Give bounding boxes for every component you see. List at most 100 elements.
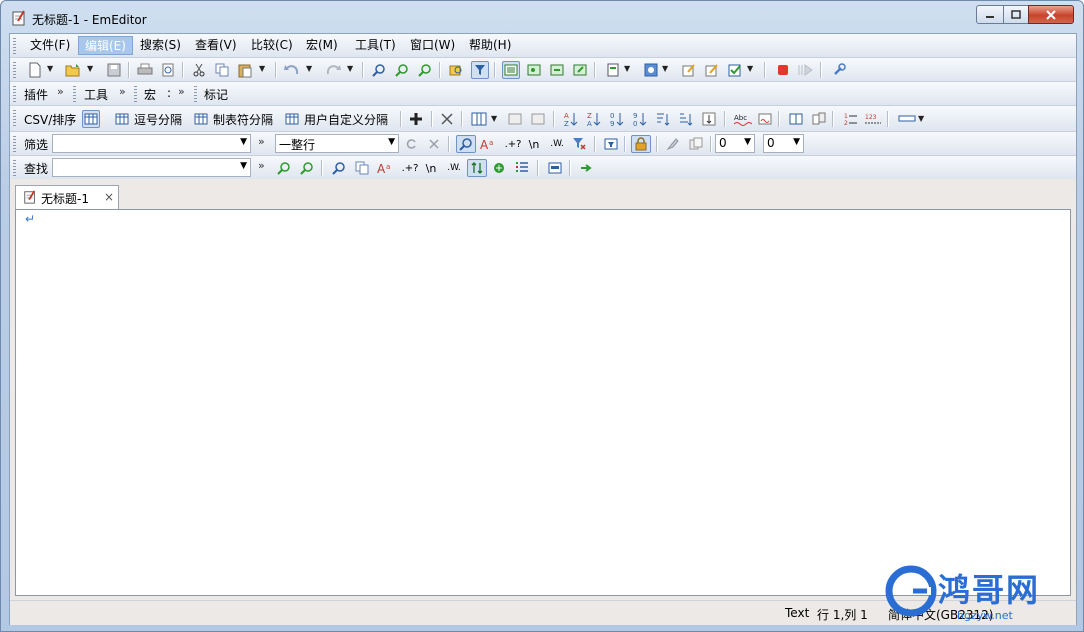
tab-untitled-1[interactable]: 无标题-1 × xyxy=(15,185,119,210)
filter-copy-button[interactable] xyxy=(687,135,705,153)
unfreeze-column-button[interactable] xyxy=(529,110,547,128)
find-escape-button[interactable] xyxy=(490,159,508,177)
filter-clear-filter-button[interactable] xyxy=(570,135,588,153)
filter-lock-button[interactable] xyxy=(631,135,651,153)
filter-mark-button[interactable] xyxy=(664,135,682,153)
filter-before-lines-select[interactable]: 0 ▼ xyxy=(715,134,755,153)
run-macro-button[interactable] xyxy=(797,61,815,79)
status-mode[interactable]: Text xyxy=(785,606,809,620)
menu-view[interactable]: 查看(V) xyxy=(189,36,243,55)
chevron-down-icon[interactable]: ▼ xyxy=(793,137,800,147)
find-next-bar-button[interactable] xyxy=(275,159,293,177)
toolbar-grip[interactable] xyxy=(13,136,16,152)
paste-dropdown-icon[interactable]: ▼ xyxy=(259,64,265,73)
filter-clear-button[interactable] xyxy=(425,135,443,153)
properties-button[interactable] xyxy=(604,61,622,79)
menu-search[interactable]: 搜索(S) xyxy=(134,36,187,55)
tab-close-icon[interactable]: × xyxy=(104,190,114,204)
menu-file[interactable]: 文件(F) xyxy=(24,36,76,55)
csv-options-button[interactable] xyxy=(438,110,456,128)
new-dropdown-icon[interactable]: ▼ xyxy=(47,64,53,73)
sort-length-ascending-button[interactable] xyxy=(654,110,672,128)
find-newline-button[interactable]: \n xyxy=(422,159,440,177)
chevron-down-icon[interactable]: ▼ xyxy=(240,161,247,171)
freeze-column-button[interactable] xyxy=(506,110,524,128)
marks-label[interactable]: 标记 xyxy=(204,86,228,103)
sort-descending-button[interactable]: ZA xyxy=(585,110,603,128)
filter-after-lines-select[interactable]: 0 ▼ xyxy=(763,134,804,153)
toolbar-grip[interactable] xyxy=(194,86,197,102)
spell-options-button[interactable] xyxy=(756,110,774,128)
find-button[interactable] xyxy=(370,61,388,79)
tab-separated-button[interactable]: 制表符分隔 xyxy=(213,111,273,128)
sequence-button[interactable]: 123 xyxy=(864,110,882,128)
text-editor[interactable]: ↵ xyxy=(15,209,1071,596)
columns-dropdown-icon[interactable]: ▼ xyxy=(491,114,497,123)
chevron-right-icon[interactable]: » xyxy=(258,159,265,172)
copy-button[interactable] xyxy=(213,61,231,79)
find-highlight-button[interactable] xyxy=(330,159,348,177)
title-bar[interactable]: 无标题-1 - EmEditor xyxy=(1,1,1083,35)
menu-window[interactable]: 窗口(W) xyxy=(404,36,461,55)
toolbar-grip[interactable] xyxy=(13,38,16,54)
sort-length-descending-button[interactable] xyxy=(677,110,695,128)
menu-macro[interactable]: 宏(M) xyxy=(300,36,344,55)
configuration-button[interactable] xyxy=(642,61,660,79)
plugins-label[interactable]: 插件 xyxy=(24,86,48,103)
chevron-right-icon[interactable]: » xyxy=(178,85,185,98)
redo-dropdown-icon[interactable]: ▼ xyxy=(347,64,353,73)
filter-newline-button[interactable]: \n xyxy=(525,135,543,153)
configuration-dropdown-icon[interactable]: ▼ xyxy=(662,64,668,73)
columns-button[interactable] xyxy=(470,110,488,128)
sort-numeric-ascending-button[interactable]: 09 xyxy=(608,110,626,128)
toolbar-grip[interactable] xyxy=(134,86,137,102)
filter-whole-word-button[interactable]: .W. xyxy=(547,135,567,153)
redo-button[interactable] xyxy=(324,61,342,79)
cut-button[interactable] xyxy=(190,61,208,79)
chevron-down-icon[interactable]: ▼ xyxy=(240,137,247,147)
filter-mode-select[interactable]: 一整行 ▼ xyxy=(275,134,399,153)
filter-toggle-button[interactable] xyxy=(471,61,489,79)
minimize-button[interactable] xyxy=(976,5,1004,24)
filter-match-case-button[interactable]: Aa xyxy=(479,135,497,153)
properties-dropdown-icon[interactable]: ▼ xyxy=(624,64,630,73)
undo-dropdown-icon[interactable]: ▼ xyxy=(306,64,312,73)
toolbar-grip[interactable] xyxy=(73,86,76,102)
new-file-button[interactable] xyxy=(26,61,44,79)
find-match-case-button[interactable]: Aa xyxy=(376,159,394,177)
find-copy-button[interactable] xyxy=(353,159,371,177)
filter-bookmark-button[interactable] xyxy=(602,135,620,153)
menu-help[interactable]: 帮助(H) xyxy=(463,36,517,55)
paste-button[interactable] xyxy=(236,61,254,79)
undo-button[interactable] xyxy=(283,61,301,79)
menu-compare[interactable]: 比较(C) xyxy=(245,36,299,55)
comma-separated-button[interactable]: 逗号分隔 xyxy=(134,111,182,128)
find-output-button[interactable] xyxy=(546,159,564,177)
chevron-down-icon[interactable]: ▼ xyxy=(388,137,395,147)
filter-refresh-button[interactable] xyxy=(402,135,420,153)
find-list-button[interactable] xyxy=(513,159,531,177)
open-dropdown-icon[interactable]: ▼ xyxy=(87,64,93,73)
find-input[interactable]: ▼ xyxy=(52,158,251,177)
close-button[interactable] xyxy=(1028,5,1074,24)
find-wrap-button[interactable] xyxy=(467,159,487,177)
spell-check-button[interactable]: Abc xyxy=(734,110,752,128)
customize-button[interactable] xyxy=(830,61,848,79)
record-macro-button[interactable] xyxy=(774,61,792,79)
find-regex-button[interactable]: .+? xyxy=(399,159,421,177)
open-button[interactable] xyxy=(64,61,82,79)
sort-options-button[interactable] xyxy=(700,110,718,128)
ruler-button[interactable] xyxy=(896,110,918,128)
find-next-button[interactable] xyxy=(393,61,411,79)
filter-input[interactable]: ▼ xyxy=(52,134,251,153)
compare-button[interactable] xyxy=(810,110,828,128)
save-button[interactable] xyxy=(105,61,123,79)
csv-normal-mode-button[interactable] xyxy=(82,110,100,128)
tools-label[interactable]: 工具 xyxy=(84,86,108,103)
sort-numeric-descending-button[interactable]: 90 xyxy=(631,110,649,128)
add-separator-button[interactable] xyxy=(407,110,425,128)
menu-edit[interactable]: 编辑(E) xyxy=(78,36,133,55)
macro-label[interactable]: 宏 xyxy=(144,86,156,103)
find-previous-bar-button[interactable] xyxy=(298,159,316,177)
menu-tools[interactable]: 工具(T) xyxy=(349,36,402,55)
